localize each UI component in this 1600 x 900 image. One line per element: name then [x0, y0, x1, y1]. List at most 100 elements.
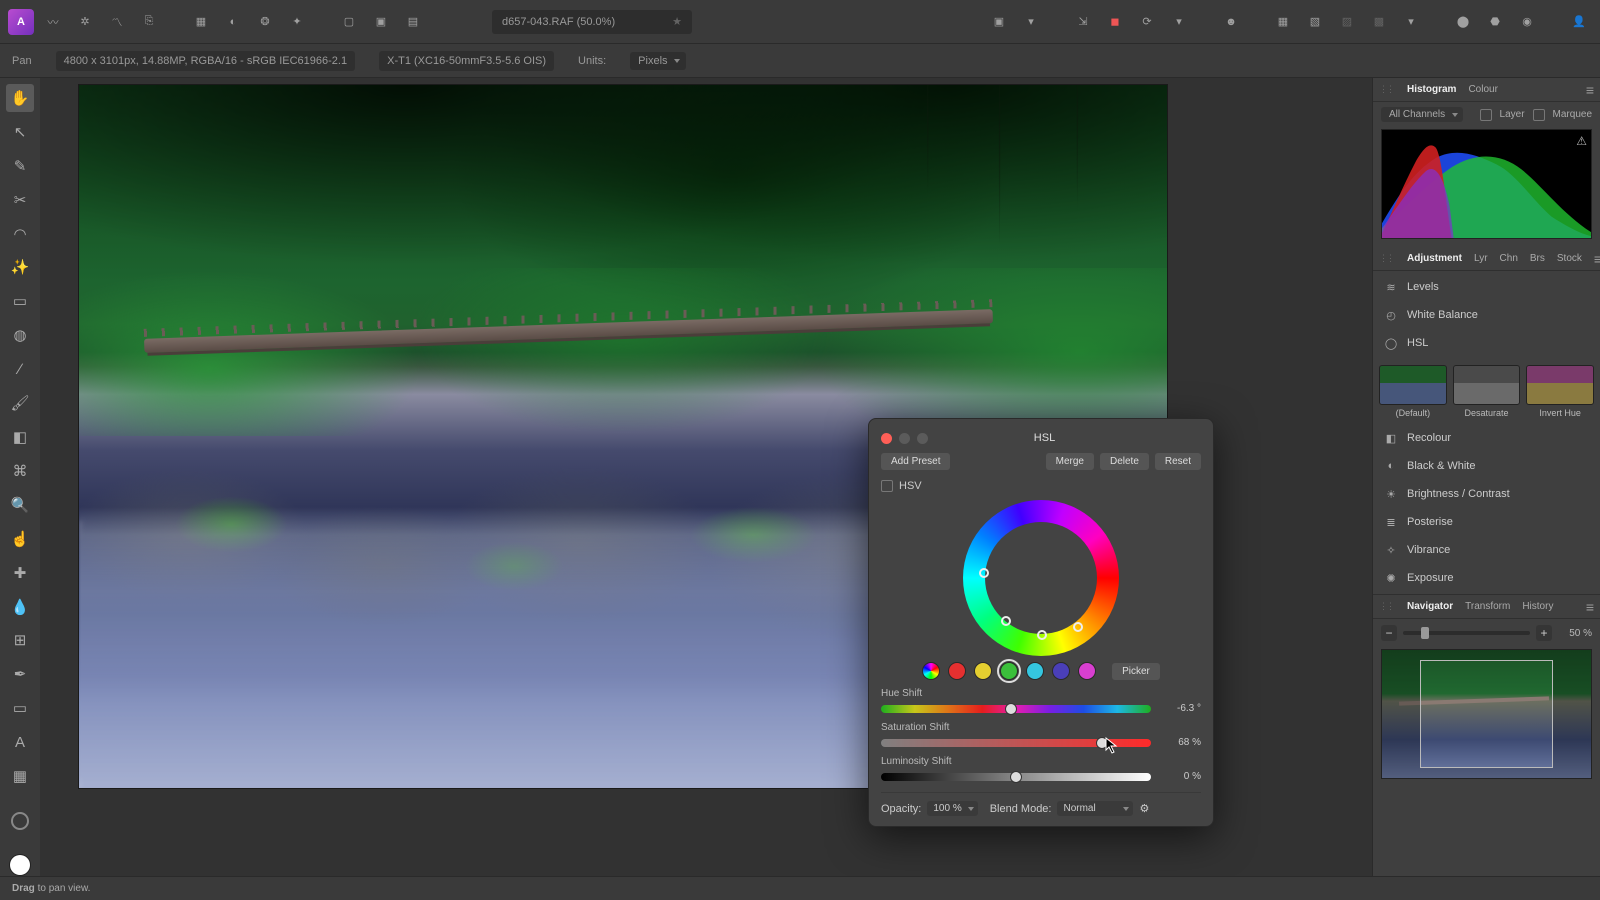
gear-icon[interactable]: ⚙ [1139, 802, 1149, 815]
tab-lyr[interactable]: Lyr [1474, 251, 1488, 266]
wheel-handle-left[interactable] [979, 568, 989, 578]
lum-value[interactable]: 0 % [1159, 771, 1201, 782]
dropdown3-icon[interactable]: ▾ [1398, 9, 1424, 35]
wheel-handle-bottomleft[interactable] [1001, 616, 1011, 626]
wheel-handle-bottomright[interactable] [1073, 622, 1083, 632]
smudge-tool-icon[interactable]: ☝ [6, 525, 34, 553]
transform-icon[interactable]: ⟳ [1134, 9, 1160, 35]
blur-tool-icon[interactable]: 💧 [6, 593, 34, 621]
tab-histogram[interactable]: Histogram [1407, 82, 1456, 97]
persona-liquify-icon[interactable]: ✲ [72, 9, 98, 35]
navigator-viewport[interactable] [1420, 660, 1554, 768]
panel-grip-icon[interactable] [1379, 601, 1393, 612]
maximize-icon[interactable] [917, 433, 928, 444]
reset-button[interactable]: Reset [1155, 453, 1201, 470]
arrange-front-icon[interactable]: ▦ [1270, 9, 1296, 35]
adj-hsl[interactable]: ◯HSL [1373, 329, 1600, 357]
favorite-icon[interactable]: ★ [672, 15, 682, 28]
hist-layer-checkbox[interactable] [1480, 109, 1492, 121]
move-tool-icon[interactable]: ↖ [6, 118, 34, 146]
text-tool-icon[interactable]: A [6, 728, 34, 756]
panel-menu-icon[interactable] [1594, 251, 1600, 267]
softproof-icon[interactable]: ❂ [252, 9, 278, 35]
crop-tool-icon[interactable]: ✂ [6, 186, 34, 214]
swatch-blue[interactable] [1052, 662, 1070, 680]
arrange-backward-icon[interactable]: ▨ [1334, 9, 1360, 35]
erase-tool-icon[interactable]: ◧ [6, 423, 34, 451]
persona-export-icon[interactable]: ⎘ [136, 9, 162, 35]
persona-photo-icon[interactable]: 〰 [40, 9, 66, 35]
group-icon[interactable]: ⬤ [1450, 9, 1476, 35]
clone-tool-icon[interactable]: ⌘ [6, 457, 34, 485]
zoom-value[interactable]: 50 % [1558, 628, 1592, 639]
delete-button[interactable]: Delete [1100, 453, 1149, 470]
selection-subtract-icon[interactable]: ▣ [368, 9, 394, 35]
preview-icon[interactable]: ◐ [220, 9, 246, 35]
swatch-master[interactable] [922, 662, 940, 680]
lum-slider[interactable] [881, 773, 1151, 781]
sat-thumb[interactable] [1096, 737, 1108, 749]
zoom-thumb[interactable] [1421, 627, 1429, 639]
adj-brightness[interactable]: ☀Brightness / Contrast [1373, 480, 1600, 508]
close-icon[interactable] [881, 433, 892, 444]
heal-tool-icon[interactable]: ✚ [6, 559, 34, 587]
sat-slider[interactable] [881, 739, 1151, 747]
panel-menu-icon[interactable] [1586, 82, 1594, 98]
minimize-icon[interactable] [899, 433, 910, 444]
rotate-canvas-icon[interactable]: ▣ [986, 9, 1012, 35]
sat-value[interactable]: 68 % [1159, 737, 1201, 748]
picker-button[interactable]: Picker [1112, 663, 1160, 680]
color-sampler-icon[interactable] [11, 812, 29, 830]
assistant-icon[interactable]: ☻ [1218, 9, 1244, 35]
zoom-slider[interactable] [1403, 631, 1530, 635]
account-icon[interactable]: 👤 [1566, 9, 1592, 35]
panel-menu-icon[interactable] [1586, 599, 1594, 615]
adj-vibrance[interactable]: ✧Vibrance [1373, 536, 1600, 564]
preset-default[interactable]: (Default) [1379, 365, 1447, 418]
swatch-yellow[interactable] [974, 662, 992, 680]
tab-brs[interactable]: Brs [1530, 251, 1545, 266]
tonemap-icon[interactable]: ▦ [188, 9, 214, 35]
panel-grip-icon[interactable] [1379, 253, 1393, 264]
selectionbrush-tool-icon[interactable]: ◠ [6, 220, 34, 248]
foreground-swatch[interactable] [9, 854, 31, 876]
dropdown-icon[interactable]: ▾ [1018, 9, 1044, 35]
persona-develop-icon[interactable]: 〽 [104, 9, 130, 35]
swatch-green[interactable] [1000, 662, 1018, 680]
mask-icon[interactable]: ◉ [1514, 9, 1540, 35]
zoom-tool-icon[interactable]: ▦ [6, 762, 34, 790]
hue-value[interactable]: -6.3 ° [1159, 703, 1201, 714]
tab-chn[interactable]: Chn [1500, 251, 1518, 266]
hand-tool-icon[interactable]: ✋ [6, 84, 34, 112]
tab-navigator[interactable]: Navigator [1407, 599, 1453, 614]
panel-grip-icon[interactable] [1379, 84, 1393, 95]
selection-new-icon[interactable]: ▢ [336, 9, 362, 35]
lum-thumb[interactable] [1010, 771, 1022, 783]
marquee-tool-icon[interactable]: ▭ [6, 287, 34, 315]
adj-exposure[interactable]: ✺Exposure [1373, 564, 1600, 592]
dropdown2-icon[interactable]: ▾ [1166, 9, 1192, 35]
preset-inverthue[interactable]: Invert Hue [1526, 365, 1594, 418]
histogram-channel-select[interactable]: All Channels [1381, 107, 1463, 122]
preset-desaturate[interactable]: Desaturate [1453, 365, 1521, 418]
tab-stock[interactable]: Stock [1557, 251, 1582, 266]
adj-posterise[interactable]: ≣Posterise [1373, 508, 1600, 536]
flood-tool-icon[interactable]: ◍ [6, 321, 34, 349]
pen-tool-icon[interactable]: ✒ [6, 660, 34, 688]
adj-levels[interactable]: ≋Levels [1373, 273, 1600, 301]
hue-wheel[interactable] [963, 500, 1119, 656]
hue-thumb[interactable] [1005, 703, 1017, 715]
tab-adjustment[interactable]: Adjustment [1407, 251, 1462, 266]
navigator-thumbnail[interactable] [1381, 649, 1592, 779]
selection-intersect-icon[interactable]: ▤ [400, 9, 426, 35]
adj-whitebalance[interactable]: ◴White Balance [1373, 301, 1600, 329]
units-select[interactable]: Pixels [630, 52, 685, 70]
arrange-back-icon[interactable]: ▩ [1366, 9, 1392, 35]
magicwand-tool-icon[interactable]: ✨ [6, 254, 34, 282]
ungroup-icon[interactable]: ⬣ [1482, 9, 1508, 35]
tab-history[interactable]: History [1522, 599, 1553, 614]
wand-icon[interactable]: ✦ [284, 9, 310, 35]
tab-colour[interactable]: Colour [1468, 82, 1497, 97]
hsv-checkbox[interactable] [881, 480, 893, 492]
zoom-in-button[interactable]: + [1536, 625, 1552, 641]
